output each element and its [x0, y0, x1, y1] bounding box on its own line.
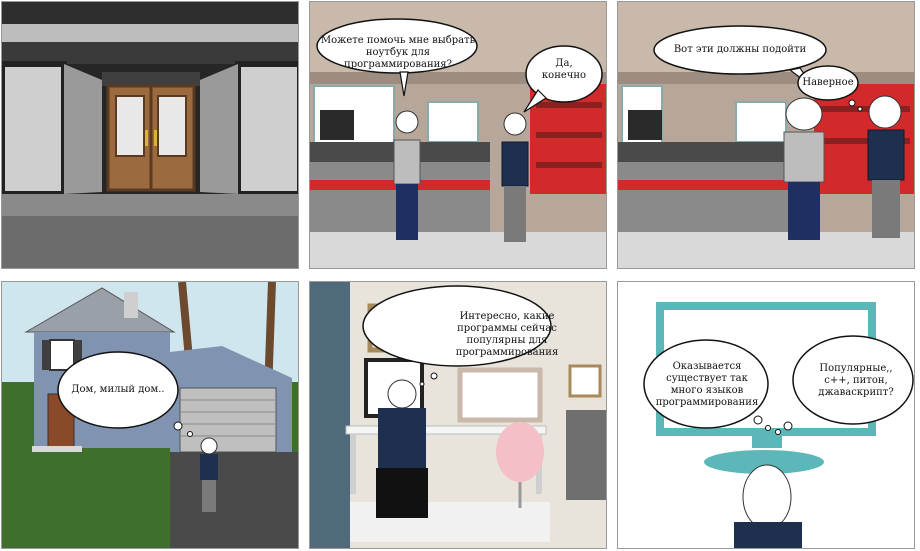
panel-1-storefront — [1, 1, 299, 269]
thought-bubble-popular: Популярные,, с++, питон, джаваскрипт? — [818, 363, 894, 398]
thought-bubble-customer: Наверное — [802, 77, 854, 88]
thought-bubble-programs: Интересно, какие программы сейчас популя… — [455, 311, 559, 358]
panel-2-store: Можете помочь мне выбрать ноутбук для пр… — [309, 1, 607, 269]
panel-6-thoughts: Оказывается существует так много языков … — [617, 281, 915, 549]
thoughts-scene — [618, 282, 914, 548]
speech-bubble-customer: Можете помочь мне выбрать ноутбук для пр… — [320, 35, 476, 70]
panel-5-office: Интересно, какие программы сейчас популя… — [309, 281, 607, 549]
thought-bubble-home: Дом, милый дом.. — [71, 384, 165, 395]
speech-bubble-clerk: Вот эти должны подойти — [673, 44, 807, 55]
panel-3-store: Вот эти должны подойти Наверное — [617, 1, 915, 269]
store-scene — [618, 2, 914, 268]
storefront-scene — [2, 2, 298, 268]
thought-bubble-languages: Оказывается существует так много языков … — [655, 361, 759, 408]
speech-bubble-clerk: Да, конечно — [541, 58, 587, 81]
panel-4-house: Дом, милый дом.. — [1, 281, 299, 549]
house-scene — [2, 282, 298, 548]
